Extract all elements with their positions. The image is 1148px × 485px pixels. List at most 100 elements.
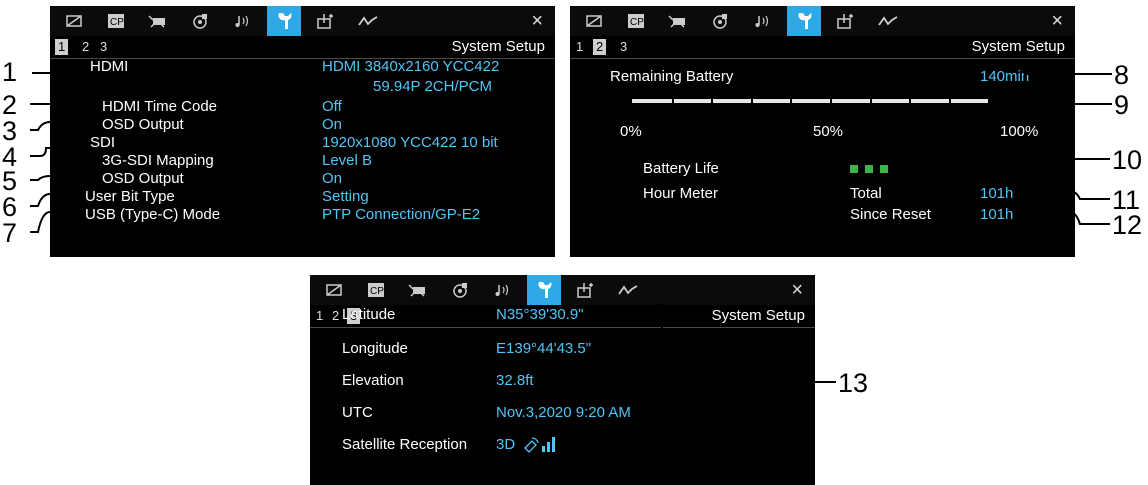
- latitude-label: Latitude: [342, 306, 396, 323]
- battery-life-dot: [880, 165, 888, 173]
- battery-bar-divider: [711, 99, 713, 103]
- remaining-battery-label: Remaining Battery: [610, 68, 734, 85]
- camera-icon: [668, 15, 685, 28]
- page-tab-1[interactable]: 1: [573, 39, 586, 55]
- tab-cp[interactable]: CP: [359, 275, 393, 305]
- tab-bar: CP ×: [310, 275, 815, 305]
- tab-cp[interactable]: CP: [619, 6, 653, 36]
- tab-cp[interactable]: CP: [99, 6, 133, 36]
- tab-bar: CP ×: [50, 6, 555, 36]
- page-tab-1[interactable]: 1: [313, 308, 326, 324]
- tab-image[interactable]: [317, 275, 351, 305]
- tab-system-setup[interactable]: [527, 275, 561, 305]
- section-title: System Setup: [451, 38, 545, 55]
- tab-assign[interactable]: [309, 6, 343, 36]
- camera-icon: [408, 284, 425, 297]
- scale-50-label: 50%: [813, 123, 844, 140]
- media-icon: [453, 283, 467, 298]
- page-tab-3[interactable]: 3: [617, 39, 630, 55]
- hdmi-time-code-value[interactable]: Off: [322, 98, 342, 116]
- assign-icon: [837, 14, 853, 29]
- audio-icon: [495, 284, 509, 296]
- tab-system-setup[interactable]: [787, 6, 821, 36]
- usb-mode-label: USB (Type-C) Mode: [85, 206, 221, 223]
- assign-icon: [577, 283, 593, 298]
- total-label: Total: [850, 185, 882, 202]
- hdmi-osd-output-value[interactable]: On: [322, 116, 342, 134]
- tab-audio[interactable]: [225, 6, 259, 36]
- total-value: 101h: [980, 185, 1014, 202]
- hdmi-value[interactable]: HDMI 3840x2160 YCC422: [322, 58, 499, 76]
- wrench-icon: [798, 13, 812, 29]
- battery-life-dot: [865, 165, 873, 173]
- sdi-osd-output-label: OSD Output: [102, 170, 184, 187]
- tab-camera[interactable]: [661, 6, 695, 36]
- wrench-icon: [278, 13, 292, 29]
- usb-mode-value[interactable]: PTP Connection/GP-E2: [322, 206, 480, 224]
- tab-system-setup[interactable]: [267, 6, 301, 36]
- callout-10: 10: [1112, 145, 1143, 175]
- tab-audio[interactable]: [745, 6, 779, 36]
- page-tab-2[interactable]: 2: [593, 39, 607, 55]
- cp-icon: CP: [628, 14, 644, 28]
- battery-bar-divider: [751, 99, 753, 103]
- section-title: System Setup: [711, 307, 805, 324]
- battery-bar-divider: [949, 99, 951, 103]
- cp-icon: CP: [108, 14, 124, 28]
- network-icon: [618, 285, 638, 295]
- tab-media[interactable]: [183, 6, 217, 36]
- network-icon: [358, 16, 378, 26]
- close-button[interactable]: ×: [531, 9, 543, 33]
- page-tabs: 1 2 3 System Setup: [50, 36, 555, 59]
- tab-network[interactable]: [351, 6, 385, 36]
- page-tab-3[interactable]: 3: [97, 39, 110, 55]
- tab-image[interactable]: [57, 6, 91, 36]
- page-tab-1[interactable]: 1: [55, 39, 69, 55]
- page-tabs: 1 2 3 System Setup: [570, 36, 1075, 59]
- longitude-label: Longitude: [342, 340, 408, 357]
- tab-camera[interactable]: [401, 275, 435, 305]
- battery-bar-divider: [909, 99, 911, 103]
- callout-8: 8: [1114, 60, 1130, 90]
- utc-label: UTC: [342, 404, 373, 421]
- tab-assign[interactable]: [569, 275, 603, 305]
- since-reset-label: Since Reset: [850, 206, 931, 223]
- tab-assign[interactable]: [829, 6, 863, 36]
- cp-icon: CP: [368, 283, 384, 297]
- utc-value: Nov.3,2020 9:20 AM: [496, 404, 631, 421]
- elevation-value: 32.8ft: [496, 372, 534, 389]
- page-tab-2[interactable]: 2: [79, 39, 92, 55]
- scale-100-label: 100%: [1000, 123, 1039, 140]
- sdi-mapping-label: 3G-SDI Mapping: [102, 152, 214, 169]
- latitude-value: N35°39'30.9": [496, 306, 584, 323]
- tab-camera[interactable]: [141, 6, 175, 36]
- tab-network[interactable]: [871, 6, 905, 36]
- hdmi-time-code-label: HDMI Time Code: [102, 98, 218, 115]
- battery-bar-track: [632, 99, 1028, 103]
- image-icon: [326, 284, 342, 296]
- tab-media[interactable]: [703, 6, 737, 36]
- sdi-mapping-value[interactable]: Level B: [322, 152, 372, 170]
- hdmi-osd-output-label: OSD Output: [102, 116, 184, 133]
- tab-audio[interactable]: [485, 275, 519, 305]
- user-bit-type-value[interactable]: Setting: [322, 188, 369, 206]
- network-icon: [878, 16, 898, 26]
- battery-bar-divider: [830, 99, 832, 103]
- satellite-reception-label: Satellite Reception: [342, 436, 468, 453]
- hdmi-value-2[interactable]: 59.94P 2CH/PCM: [373, 78, 492, 96]
- image-icon: [66, 15, 82, 27]
- close-button[interactable]: ×: [791, 278, 803, 302]
- page-tab-2[interactable]: 2: [329, 308, 342, 324]
- sdi-value[interactable]: 1920x1080 YCC422 10 bit: [322, 134, 498, 152]
- battery-life-label: Battery Life: [643, 160, 719, 177]
- elevation-label: Elevation: [342, 372, 404, 389]
- tab-bar: CP ×: [570, 6, 1075, 36]
- sdi-osd-output-value[interactable]: On: [322, 170, 342, 188]
- tab-image[interactable]: [577, 6, 611, 36]
- close-button[interactable]: ×: [1051, 9, 1063, 33]
- callout-1: 1: [2, 57, 18, 87]
- since-reset-value: 101h: [980, 206, 1014, 223]
- screen-3: CP × 1 2 3 System Setup Latitude N35°39'…: [310, 275, 815, 485]
- tab-media[interactable]: [443, 275, 477, 305]
- tab-network[interactable]: [611, 275, 645, 305]
